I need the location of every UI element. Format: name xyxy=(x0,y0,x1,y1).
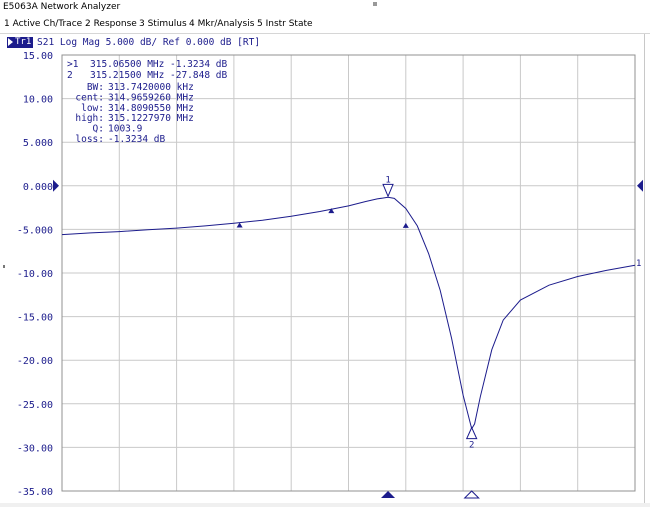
trace-header: Tr1 S21 Log Mag 5.000 dB/ Ref 0.000 dB [… xyxy=(0,34,650,50)
marker-readout-id: >1 xyxy=(67,59,79,70)
y-tick-label: 0.000 xyxy=(23,182,53,193)
y-tick-label: -15.00 xyxy=(17,313,53,324)
active-trace-badge[interactable]: Tr1 xyxy=(7,37,34,48)
y-tick-label: -35.00 xyxy=(17,487,53,498)
bandwidth-value: 314.9659260 MHz xyxy=(108,92,194,103)
marker-readout-id: 2 xyxy=(67,70,73,81)
marker-1-stimulus-arrow xyxy=(381,491,396,498)
y-tick-label: -10.00 xyxy=(17,269,53,280)
trace-settings[interactable]: S21 Log Mag 5.000 dB/ Ref 0.000 dB [RT] xyxy=(37,37,260,48)
ref-arrow-right xyxy=(637,179,643,192)
menu-response[interactable]: 2 Response xyxy=(85,19,137,29)
bandwidth-value: 1003.9 xyxy=(108,124,143,135)
menu-bar: 1 Active Ch/Trace 2 Response 3 Stimulus … xyxy=(0,16,650,34)
bandwidth-label: high: xyxy=(75,113,104,124)
marker-1-label: 1 xyxy=(385,175,390,185)
bandwidth-label: loss: xyxy=(75,134,104,145)
marker-2-label: 2 xyxy=(469,441,474,451)
bandwidth-value: 314.8090550 MHz xyxy=(108,103,194,114)
menu-instr-state[interactable]: 5 Instr State xyxy=(257,19,313,29)
bandwidth-label: Q: xyxy=(93,124,104,135)
y-tick-label: -20.00 xyxy=(17,356,53,367)
marker-readout-value: -1.3234 dB xyxy=(170,59,227,70)
title-bar-grip[interactable] xyxy=(373,2,377,6)
bandwidth-label: low: xyxy=(81,103,104,114)
marker-readout-freq: 315.06500 MHz xyxy=(90,59,164,70)
bandwidth-value: 315.1227970 MHz xyxy=(108,113,194,124)
title-bar: E5063A Network Analyzer xyxy=(0,0,650,16)
menu-stimulus[interactable]: 3 Stimulus xyxy=(139,19,187,29)
bandwidth-value: -1.3234 dB xyxy=(108,134,165,145)
plot-area[interactable]: 15.00 10.00 5.000 0.000 -5.000 -10.00 -15.00 -2… xyxy=(0,50,650,503)
bandwidth-label: cent: xyxy=(75,92,104,103)
y-tick-label: 15.00 xyxy=(23,51,53,62)
window-title: E5063A Network Analyzer xyxy=(3,2,121,12)
marker-1-symbol xyxy=(382,183,394,198)
bandwidth-value: 313.7420000 kHz xyxy=(108,82,194,93)
trace-chart[interactable]: 15.00 10.00 5.000 0.000 -5.000 -10.00 -15.00 -2… xyxy=(0,50,650,503)
y-tick-label: -25.00 xyxy=(17,400,53,411)
marker-readout-freq: 315.21500 MHz xyxy=(90,70,164,81)
marker-readout-value: -27.848 dB xyxy=(170,70,227,81)
ref-arrow-left xyxy=(53,179,59,192)
y-tick-label: 10.00 xyxy=(23,95,53,106)
trace-end-label: 1 xyxy=(636,259,641,269)
bandwidth-label: BW: xyxy=(87,82,104,93)
menu-mkr-analysis[interactable]: 4 Mkr/Analysis xyxy=(189,19,254,29)
marker-2-stimulus-arrow xyxy=(463,490,480,499)
window-left-grip xyxy=(3,265,5,268)
y-tick-label: 5.000 xyxy=(23,138,53,149)
menu-active-ch-trace[interactable]: 1 Active Ch/Trace xyxy=(4,19,82,29)
y-tick-label: -5.000 xyxy=(17,225,53,236)
marker-2-symbol xyxy=(465,426,478,440)
window-right-edge xyxy=(644,34,650,503)
bandwidth-point-marker xyxy=(402,222,409,228)
y-tick-label: -30.00 xyxy=(17,443,53,454)
